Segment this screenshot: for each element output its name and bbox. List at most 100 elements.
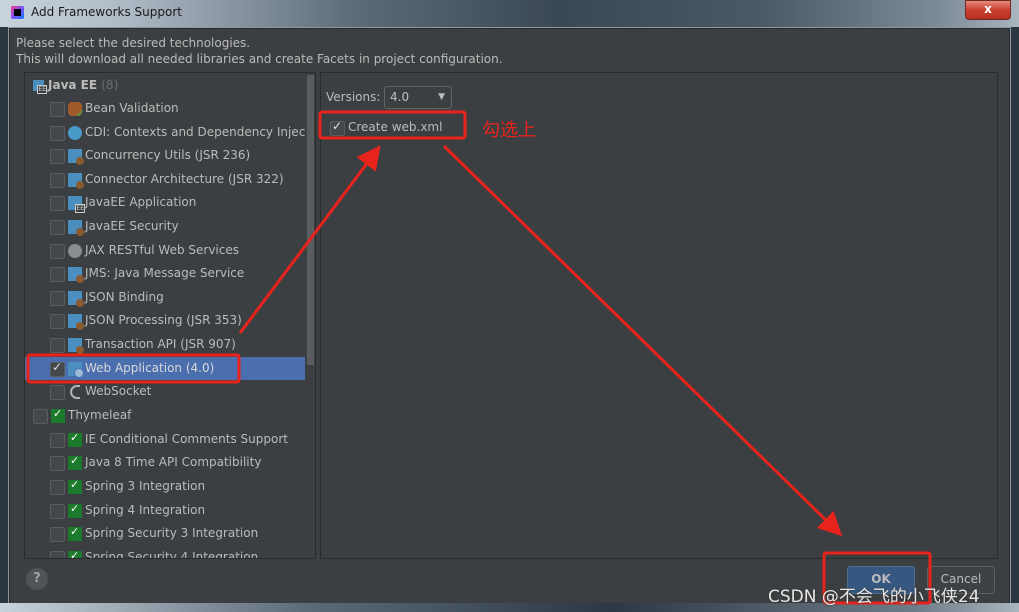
tree-item[interactable]: Spring Security 3 Integration bbox=[25, 522, 305, 545]
item-label: Bean Validation bbox=[85, 101, 179, 115]
versions-label: Versions: bbox=[326, 90, 381, 104]
help-button[interactable]: ? bbox=[26, 568, 48, 590]
javaee-module-icon bbox=[68, 149, 84, 165]
tree-item[interactable]: Connector Architecture (JSR 322) bbox=[25, 168, 305, 191]
item-label: CDI: Contexts and Dependency Injectio bbox=[85, 125, 316, 139]
tree-item-web-application[interactable]: Web Application (4.0) bbox=[25, 357, 315, 380]
frameworks-tree[interactable]: Java EE (8) Bean Validation CDI: Context… bbox=[24, 72, 316, 559]
item-label: Spring 3 Integration bbox=[85, 479, 206, 493]
tree-item[interactable]: JAX RESTful Web Services bbox=[25, 239, 305, 262]
checkbox[interactable] bbox=[50, 504, 65, 519]
item-label: Java 8 Time API Compatibility bbox=[85, 455, 262, 469]
thymeleaf-icon bbox=[68, 431, 82, 447]
checkbox[interactable] bbox=[33, 409, 48, 424]
checkbox[interactable] bbox=[50, 149, 65, 164]
tree-item[interactable]: Bean Validation bbox=[25, 97, 305, 120]
versions-value: 4.0 bbox=[390, 90, 410, 104]
checkbox[interactable] bbox=[50, 338, 65, 353]
checkbox[interactable] bbox=[50, 173, 65, 188]
tree-item[interactable]: WebSocket bbox=[25, 380, 305, 403]
thymeleaf-icon bbox=[68, 478, 82, 494]
tree-item[interactable]: CDI: Contexts and Dependency Injectio bbox=[25, 121, 315, 144]
javaee-module-icon bbox=[68, 291, 84, 307]
thymeleaf-icon bbox=[68, 454, 82, 470]
item-label: JAX RESTful Web Services bbox=[85, 243, 239, 257]
tree-item[interactable]: Transaction API (JSR 907) bbox=[25, 333, 305, 356]
thymeleaf-icon bbox=[51, 407, 65, 423]
javaee-icon bbox=[33, 80, 47, 94]
item-label: Spring Security 4 Integration bbox=[85, 550, 259, 559]
item-label: JMS: Java Message Service bbox=[85, 266, 245, 280]
websocket-icon bbox=[70, 385, 80, 399]
scrollbar-thumb[interactable] bbox=[307, 75, 314, 365]
item-label: IE Conditional Comments Support bbox=[85, 432, 288, 446]
javaee-module-icon bbox=[68, 220, 84, 236]
javaee-app-icon bbox=[68, 196, 85, 213]
javaee-module-icon bbox=[68, 338, 84, 354]
tree-item[interactable]: JSON Processing (JSR 353) bbox=[25, 309, 305, 332]
item-label: Connector Architecture (JSR 322) bbox=[85, 172, 284, 186]
tree-item[interactable]: Java 8 Time API Compatibility bbox=[25, 451, 305, 474]
tree-item[interactable]: JSON Binding bbox=[25, 286, 305, 309]
tree-group-thymeleaf[interactable]: Thymeleaf bbox=[25, 404, 305, 427]
checkbox[interactable] bbox=[50, 551, 65, 558]
checkbox[interactable] bbox=[50, 102, 65, 117]
tree-item[interactable]: JMS: Java Message Service bbox=[25, 262, 305, 285]
checkbox[interactable] bbox=[50, 291, 65, 306]
item-label: Transaction API (JSR 907) bbox=[85, 337, 236, 351]
tree-item[interactable]: Concurrency Utils (JSR 236) bbox=[25, 144, 305, 167]
item-label: Spring 4 Integration bbox=[85, 503, 206, 517]
bean-validation-icon bbox=[68, 102, 85, 120]
checkbox[interactable] bbox=[50, 480, 65, 495]
item-label: Spring Security 3 Integration bbox=[85, 526, 259, 540]
description-line-2: This will download all needed libraries … bbox=[16, 52, 503, 66]
tree-item[interactable]: Spring Security 4 Integration bbox=[25, 546, 305, 559]
thymeleaf-icon bbox=[68, 549, 82, 558]
cdi-icon bbox=[68, 126, 82, 140]
thymeleaf-icon bbox=[68, 525, 82, 541]
checkbox[interactable] bbox=[50, 126, 65, 141]
item-label: WebSocket bbox=[85, 384, 152, 398]
window-title: Add Frameworks Support bbox=[31, 5, 182, 19]
checkbox[interactable] bbox=[50, 267, 65, 282]
create-webxml-checkbox[interactable] bbox=[330, 119, 345, 136]
watermark: CSDN @不会飞的小飞侠24 bbox=[768, 587, 980, 607]
checkbox[interactable] bbox=[50, 456, 65, 471]
tree-item[interactable]: JavaEE Security bbox=[25, 215, 305, 238]
create-webxml-label[interactable]: Create web.xml bbox=[348, 120, 442, 134]
thymeleaf-icon bbox=[68, 502, 82, 518]
annotation-note: 勾选上 bbox=[482, 120, 536, 141]
checkbox[interactable] bbox=[50, 527, 65, 542]
tree-item[interactable]: JavaEE Application bbox=[25, 191, 305, 214]
checkbox[interactable] bbox=[50, 220, 65, 235]
checkbox[interactable] bbox=[50, 433, 65, 448]
tree-item[interactable]: Spring 3 Integration bbox=[25, 475, 305, 498]
web-module-icon bbox=[68, 362, 84, 378]
checkbox[interactable] bbox=[50, 196, 65, 211]
versions-dropdown[interactable]: 4.0 ▼ bbox=[384, 86, 452, 109]
globe-icon bbox=[68, 244, 82, 258]
group-label: Java EE (8) bbox=[48, 78, 119, 92]
close-button[interactable]: x bbox=[965, 0, 1011, 20]
item-label: Web Application (4.0) bbox=[85, 361, 215, 375]
checkbox[interactable] bbox=[50, 385, 65, 400]
tree-item[interactable]: Spring 4 Integration bbox=[25, 499, 305, 522]
chevron-down-icon: ▼ bbox=[438, 92, 445, 102]
tree-scrollbar[interactable] bbox=[305, 73, 315, 558]
javaee-module-icon bbox=[68, 267, 84, 283]
item-label: JavaEE Security bbox=[85, 219, 179, 233]
tree-item[interactable]: IE Conditional Comments Support bbox=[25, 428, 305, 451]
checkbox-checked[interactable] bbox=[50, 360, 65, 377]
item-label: JSON Processing (JSR 353) bbox=[85, 313, 242, 327]
description-line-1: Please select the desired technologies. bbox=[16, 36, 251, 50]
checkbox[interactable] bbox=[50, 314, 65, 329]
javaee-module-icon bbox=[68, 173, 84, 189]
item-label: JavaEE Application bbox=[85, 195, 197, 209]
intellij-app-icon bbox=[11, 6, 24, 19]
javaee-module-icon bbox=[68, 314, 84, 330]
tree-group-java-ee[interactable]: Java EE (8) bbox=[25, 74, 305, 97]
checkbox[interactable] bbox=[50, 244, 65, 259]
item-label: Concurrency Utils (JSR 236) bbox=[85, 148, 251, 162]
title-bar: Add Frameworks Support x bbox=[0, 0, 1019, 27]
group-label: Thymeleaf bbox=[68, 408, 132, 422]
